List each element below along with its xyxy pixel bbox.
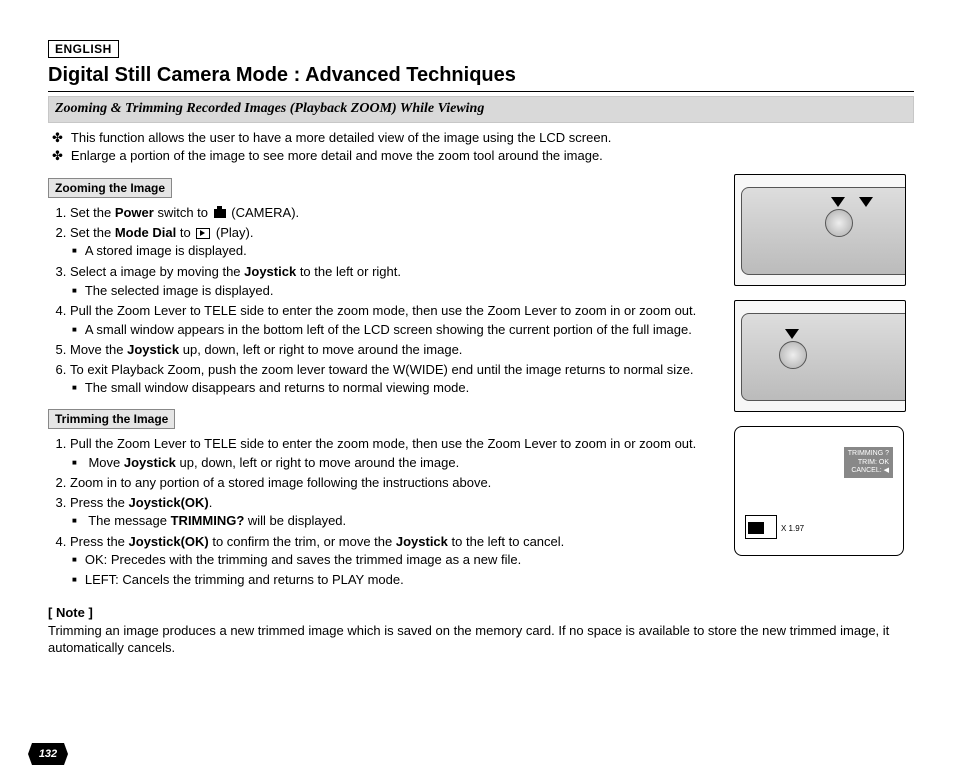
step: Press the Joystick(OK). The message TRIM… (70, 494, 720, 530)
note-label: [ Note ] (48, 604, 914, 622)
step: Move the Joystick up, down, left or righ… (70, 341, 720, 359)
page-title: Digital Still Camera Mode : Advanced Tec… (48, 62, 914, 89)
intro-item: Enlarge a portion of the image to see mo… (72, 147, 914, 165)
step: Pull the Zoom Lever to TELE side to ente… (70, 302, 720, 338)
zoom-value: X 1.97 (781, 524, 804, 535)
page-number-badge: 132 (28, 743, 68, 765)
substep: The selected image is displayed. (88, 282, 720, 300)
substep: A stored image is displayed. (88, 242, 720, 260)
step: Pull the Zoom Lever to TELE side to ente… (70, 435, 720, 471)
intro-list: This function allows the user to have a … (48, 129, 914, 164)
substep: Move Joystick up, down, left or right to… (88, 454, 720, 472)
trimming-heading: Trimming the Image (48, 409, 175, 429)
note-text: Trimming an image produces a new trimmed… (48, 622, 914, 657)
play-icon (196, 228, 210, 239)
trimming-steps: Pull the Zoom Lever to TELE side to ente… (48, 435, 720, 588)
step: Press the Joystick(OK) to confirm the tr… (70, 533, 720, 589)
step: To exit Playback Zoom, push the zoom lev… (70, 361, 720, 397)
step: Select a image by moving the Joystick to… (70, 263, 720, 299)
intro-item: This function allows the user to have a … (72, 129, 914, 147)
manual-page: ENGLISH Digital Still Camera Mode : Adva… (0, 0, 954, 779)
lcd-diagram: TRIMMING ? TRIM: OK CANCEL: ◀ X 1.97 (734, 426, 904, 556)
section-heading: Zooming & Trimming Recorded Images (Play… (48, 96, 914, 123)
substep: The message TRIMMING? will be displayed. (88, 512, 720, 530)
illustrations: TRIMMING ? TRIM: OK CANCEL: ◀ X 1.97 (734, 174, 914, 596)
language-tag: ENGLISH (48, 40, 119, 58)
camera-diagram-2 (734, 300, 906, 412)
camera-diagram-1 (734, 174, 906, 286)
step: Zoom in to any portion of a stored image… (70, 474, 720, 492)
substep: OK: Precedes with the trimming and saves… (88, 551, 720, 569)
step: Set the Mode Dial to (Play). A stored im… (70, 224, 720, 260)
zooming-steps: Set the Power switch to (CAMERA). Set th… (48, 204, 720, 396)
title-rule (48, 91, 914, 92)
body-text: Zooming the Image Set the Power switch t… (48, 174, 720, 596)
substep: A small window appears in the bottom lef… (88, 321, 720, 339)
step: Set the Power switch to (CAMERA). (70, 204, 720, 222)
substep: LEFT: Cancels the trimming and returns t… (88, 571, 720, 589)
substep: The small window disappears and returns … (88, 379, 720, 397)
zooming-heading: Zooming the Image (48, 178, 172, 198)
zoom-minimap (745, 515, 777, 539)
trim-prompt: TRIMMING ? TRIM: OK CANCEL: ◀ (844, 447, 893, 478)
camera-icon (214, 209, 226, 218)
